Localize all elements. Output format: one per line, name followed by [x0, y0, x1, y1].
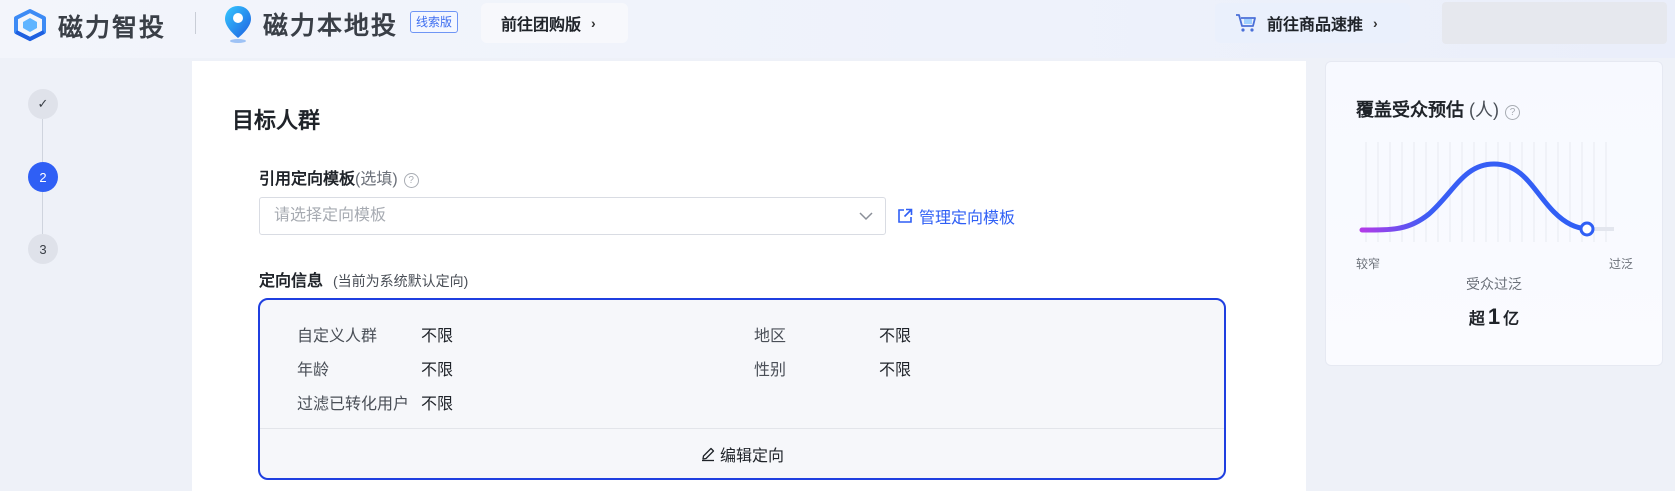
- audience-count-suffix: 亿: [1503, 311, 1520, 328]
- chevron-down-icon: [859, 212, 873, 221]
- top-header: 磁力智投 磁力本地投 线索版 前往团购版 › 前往商品速推 ›: [0, 0, 1675, 58]
- template-optional-text: (选填): [355, 171, 398, 188]
- estimate-title-text: 覆盖受众预估: [1356, 100, 1464, 120]
- targeting-info-note: (当前为系统默认定向): [333, 273, 469, 289]
- brand-secondary-text: 磁力本地投: [263, 12, 399, 40]
- edit-targeting-button[interactable]: 编辑定向: [260, 428, 1224, 478]
- gauge-label-narrow: 较窄: [1356, 257, 1381, 271]
- template-label: 引用定向模板(选填)?: [259, 165, 419, 189]
- header-divider: [195, 12, 196, 34]
- step-1-done[interactable]: ✓: [28, 89, 58, 119]
- leads-version-badge: 线索版: [410, 11, 459, 33]
- manage-template-text: 管理定向模板: [919, 210, 1016, 227]
- targeting-info-box[interactable]: 自定义人群 不限 地区 不限 年龄 不限 性别 不限 过滤已转化用户 不限 编辑…: [258, 298, 1226, 480]
- cart-icon: [1236, 14, 1256, 32]
- audience-estimate-card: 覆盖受众预估 (人)? 较窄 过泛 受众过泛 超 1 亿: [1325, 61, 1663, 366]
- gauge-marker: [1579, 221, 1595, 237]
- gauge-label-broad: 过泛: [1609, 257, 1634, 271]
- help-icon[interactable]: ?: [1505, 105, 1521, 120]
- section-title: 目标人群: [232, 108, 321, 133]
- template-select[interactable]: 请选择定向模板: [259, 197, 886, 235]
- brand-primary-text: 磁力智投: [58, 14, 167, 42]
- manage-template-link[interactable]: 管理定向模板: [897, 204, 1015, 228]
- template-select-placeholder: 请选择定向模板: [274, 207, 387, 224]
- location-pin-icon: [225, 6, 251, 43]
- audience-count-number: 1: [1487, 304, 1501, 329]
- targeting-key-filter-converted: 过滤已转化用户: [297, 396, 410, 413]
- targeting-value-age: 不限: [421, 362, 454, 379]
- goods-promote-button[interactable]: 前往商品速推 ›: [1215, 3, 1410, 43]
- targeting-value-gender: 不限: [879, 362, 912, 379]
- targeting-key-custom-audience: 自定义人群: [297, 328, 378, 345]
- edit-targeting-label: 编辑定向: [719, 447, 784, 465]
- targeting-info-label: 定向信息 (当前为系统默认定向): [259, 267, 468, 291]
- step-connector: [42, 119, 43, 162]
- chevron-right-icon: ›: [1373, 15, 1378, 31]
- brand-local[interactable]: 磁力本地投: [223, 4, 398, 44]
- targeting-key-age: 年龄: [297, 362, 330, 379]
- cili-logo-icon: [14, 9, 46, 42]
- group-buy-label: 前往团购版: [501, 17, 582, 34]
- edit-pencil-icon: [701, 447, 715, 461]
- gauge-track: [1361, 161, 1614, 232]
- targeting-info-text: 定向信息: [259, 273, 324, 290]
- account-area[interactable]: [1442, 2, 1667, 44]
- step-3[interactable]: 3: [28, 234, 58, 264]
- external-link-icon: [898, 208, 913, 223]
- step-2-current[interactable]: 2: [28, 162, 58, 192]
- template-label-text: 引用定向模板: [259, 171, 356, 188]
- brand-cili-zhitou[interactable]: 磁力智投: [10, 8, 166, 44]
- audience-count-prefix: 超: [1468, 311, 1485, 328]
- targeting-key-gender: 性别: [754, 362, 787, 379]
- audience-curve-gauge: [1359, 142, 1614, 242]
- help-icon[interactable]: ?: [403, 173, 419, 188]
- goods-promote-label: 前往商品速推: [1267, 17, 1364, 34]
- targeting-value-region: 不限: [879, 328, 912, 345]
- audience-count: 超1亿: [1326, 304, 1662, 330]
- step-connector: [42, 192, 43, 234]
- estimate-unit: (人): [1469, 100, 1500, 120]
- group-buy-button[interactable]: 前往团购版 ›: [481, 3, 628, 43]
- targeting-value-filter-converted: 不限: [421, 396, 454, 413]
- target-audience-card: 目标人群 引用定向模板(选填)? 请选择定向模板 管理定向模板 定向信息 (当前为…: [192, 61, 1306, 491]
- estimate-title: 覆盖受众预估 (人)?: [1356, 96, 1521, 122]
- targeting-key-region: 地区: [754, 328, 787, 345]
- audience-status: 受众过泛: [1466, 276, 1522, 292]
- chevron-right-icon: ›: [591, 15, 596, 31]
- targeting-value-custom-audience: 不限: [421, 328, 454, 345]
